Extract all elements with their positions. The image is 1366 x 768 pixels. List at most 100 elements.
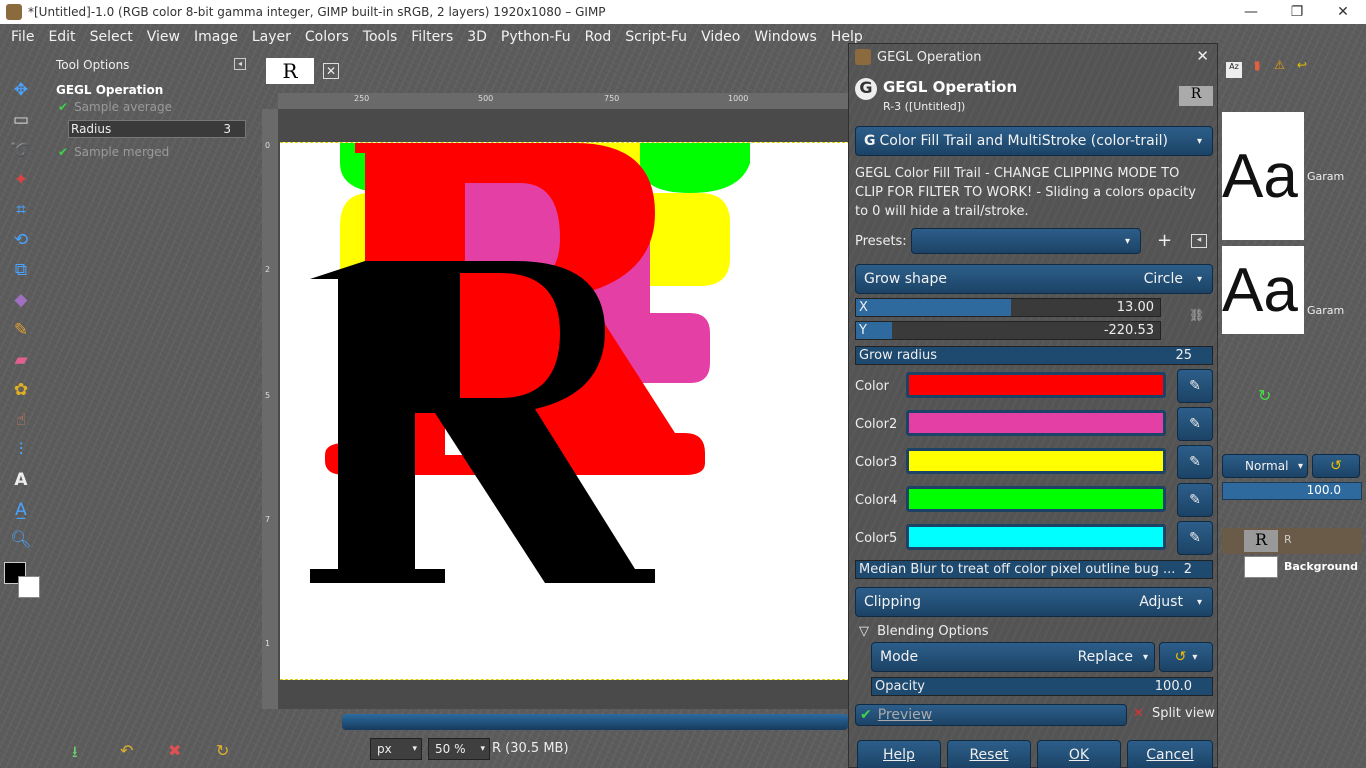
clipping-select[interactable]: Clipping Adjust ▾ <box>855 587 1213 617</box>
warning-icon[interactable]: ⚠ <box>1274 58 1285 72</box>
sample-merged-option[interactable]: ✔ Sample merged <box>58 145 169 159</box>
font-preview-1[interactable]: Aa <box>1222 112 1304 240</box>
font-icon[interactable]: Az <box>1226 62 1242 78</box>
cancel-button[interactable]: Cancel <box>1127 740 1213 768</box>
color-picker-icon[interactable]: ✎ <box>1177 445 1213 479</box>
color3-swatch[interactable] <box>906 448 1166 474</box>
menu-video[interactable]: Video <box>694 29 747 45</box>
color5-swatch[interactable] <box>906 524 1166 550</box>
background-color[interactable] <box>18 576 40 598</box>
layer-row-background[interactable]: Background <box>1222 556 1362 580</box>
color-picker-icon[interactable]: ✎ <box>1177 407 1213 441</box>
eraser-icon[interactable]: ▰ <box>8 348 34 372</box>
crop-icon[interactable]: ⌗ <box>8 198 34 222</box>
median-blur-slider[interactable]: Median Blur to treat off color pixel out… <box>855 560 1213 579</box>
image-canvas[interactable] <box>280 142 850 680</box>
image-tab-thumbnail[interactable]: R <box>266 58 314 84</box>
unit-select[interactable]: px ▾ <box>370 738 422 760</box>
y-slider[interactable]: Y -220.53 <box>855 321 1161 340</box>
menu-image[interactable]: Image <box>187 29 245 45</box>
menu-tools[interactable]: Tools <box>356 29 405 45</box>
minimize-button[interactable]: — <box>1228 0 1274 24</box>
undo-icon[interactable]: ↶ <box>120 741 133 760</box>
paintbrush-icon[interactable]: ✎ <box>8 318 34 342</box>
presets-select[interactable]: ▾ <box>911 228 1141 254</box>
blending-options-expander[interactable]: ▽ Blending Options <box>859 624 989 639</box>
menu-colors[interactable]: Colors <box>298 29 356 45</box>
undo-history-icon[interactable]: ↩ <box>1297 58 1307 72</box>
color-picker-icon[interactable]: ✎ <box>1177 483 1213 517</box>
blend-mode-select[interactable]: Mode Replace ▾ <box>871 642 1155 672</box>
grow-radius-slider[interactable]: Grow radius 25 <box>855 346 1213 365</box>
check-icon: ✔ <box>58 100 69 114</box>
tool-options-operation: GEGL Operation <box>56 83 164 97</box>
layer-mode-select[interactable]: Normal ▾ <box>1222 454 1308 478</box>
reset-icon[interactable]: ↻ <box>216 741 229 760</box>
menu-layer[interactable]: Layer <box>245 29 298 45</box>
bucket-icon[interactable]: ◆ <box>8 288 34 312</box>
operation-select[interactable]: G Color Fill Trail and MultiStroke (colo… <box>855 126 1213 156</box>
layer-mode-reset-icon[interactable]: ↺ <box>1312 454 1360 478</box>
color-picker-icon[interactable]: ✎ <box>1177 521 1213 555</box>
paths-icon[interactable]: ⫶ <box>8 438 34 462</box>
opacity-slider[interactable]: Opacity 100.0 <box>871 677 1213 696</box>
blend-mode-reset-icon[interactable]: ↺ ▾ <box>1159 642 1213 672</box>
menu-rod[interactable]: Rod <box>578 29 619 45</box>
zoom-icon[interactable]: 🔍︎ <box>8 528 34 552</box>
menu-python-fu[interactable]: Python-Fu <box>494 29 578 45</box>
radius-spinner[interactable]: Radius 3 <box>68 120 246 138</box>
color-label: Color <box>855 379 889 394</box>
horizontal-scrollbar[interactable] <box>342 714 848 730</box>
transform-icon[interactable]: ⟲ <box>8 228 34 252</box>
preview-toggle[interactable]: ✔ Preview <box>855 704 1127 726</box>
measure-icon[interactable]: A̲ <box>8 498 34 522</box>
delete-icon[interactable]: ✖ <box>168 741 181 760</box>
layer-opacity-spinner[interactable]: 100.0 <box>1222 482 1362 500</box>
menu-file[interactable]: File <box>4 29 41 45</box>
split-view-toggle[interactable]: ✕ Split view <box>1133 706 1215 721</box>
smudge-icon[interactable]: ☝ <box>8 408 34 432</box>
export-icon[interactable]: ⭳ <box>72 741 78 768</box>
color-swatch[interactable] <box>906 372 1166 398</box>
font-preview-2[interactable]: Aa <box>1222 246 1304 334</box>
sample-average-option[interactable]: ✔ Sample average <box>58 100 172 114</box>
status-info: R (30.5 MB) <box>492 741 569 756</box>
black-r-counter <box>460 273 560 398</box>
menu-windows[interactable]: Windows <box>747 29 824 45</box>
color-picker-icon[interactable]: ✎ <box>1177 369 1213 403</box>
menu-select[interactable]: Select <box>83 29 140 45</box>
menu-filters[interactable]: Filters <box>404 29 460 45</box>
chain-link-icon[interactable]: ⛓ <box>1189 308 1204 322</box>
menu-script-fu[interactable]: Script-Fu <box>618 29 694 45</box>
text-tool-icon[interactable]: A <box>8 468 34 492</box>
close-button[interactable]: ✕ <box>1320 0 1366 24</box>
help-button[interactable]: Help <box>857 740 941 768</box>
clone-icon[interactable]: ✿ <box>8 378 34 402</box>
rect-select-icon[interactable]: ▭ <box>8 108 34 132</box>
preset-menu-icon[interactable]: ◂ <box>1191 234 1207 248</box>
color4-swatch[interactable] <box>906 486 1166 512</box>
lasso-icon[interactable]: ➰ <box>8 138 34 162</box>
reset-button[interactable]: Reset <box>947 740 1031 768</box>
dialog-close-icon[interactable]: ✕ <box>1196 47 1209 65</box>
layer-row-r[interactable]: R R <box>1222 528 1362 554</box>
restore-button[interactable]: ❐ <box>1274 0 1320 24</box>
menu-3d[interactable]: 3D <box>460 29 494 45</box>
fuzzy-select-icon[interactable]: ✦ <box>8 168 34 192</box>
warp-icon[interactable]: ⧉ <box>8 258 34 282</box>
move-tool-icon[interactable]: ✥ <box>8 78 34 102</box>
palette-icon[interactable]: ▮ <box>1254 58 1261 72</box>
dialog-subheading: R-3 ([Untitled]) <box>883 100 966 113</box>
panel-menu-icon[interactable]: ◂ <box>234 58 246 70</box>
ok-button[interactable]: OK <box>1037 740 1121 768</box>
image-tab-close-icon[interactable]: ✕ <box>323 63 339 79</box>
add-preset-icon[interactable]: + <box>1157 230 1172 251</box>
x-slider[interactable]: X 13.00 <box>855 298 1161 317</box>
color2-swatch[interactable] <box>906 410 1166 436</box>
zoom-select[interactable]: 50 % ▾ <box>428 738 490 760</box>
refresh-icon[interactable]: ↻ <box>1258 386 1271 405</box>
menu-edit[interactable]: Edit <box>41 29 82 45</box>
grow-shape-select[interactable]: Grow shape Circle ▾ <box>855 264 1213 294</box>
color4-label: Color4 <box>855 493 898 508</box>
menu-view[interactable]: View <box>140 29 187 45</box>
